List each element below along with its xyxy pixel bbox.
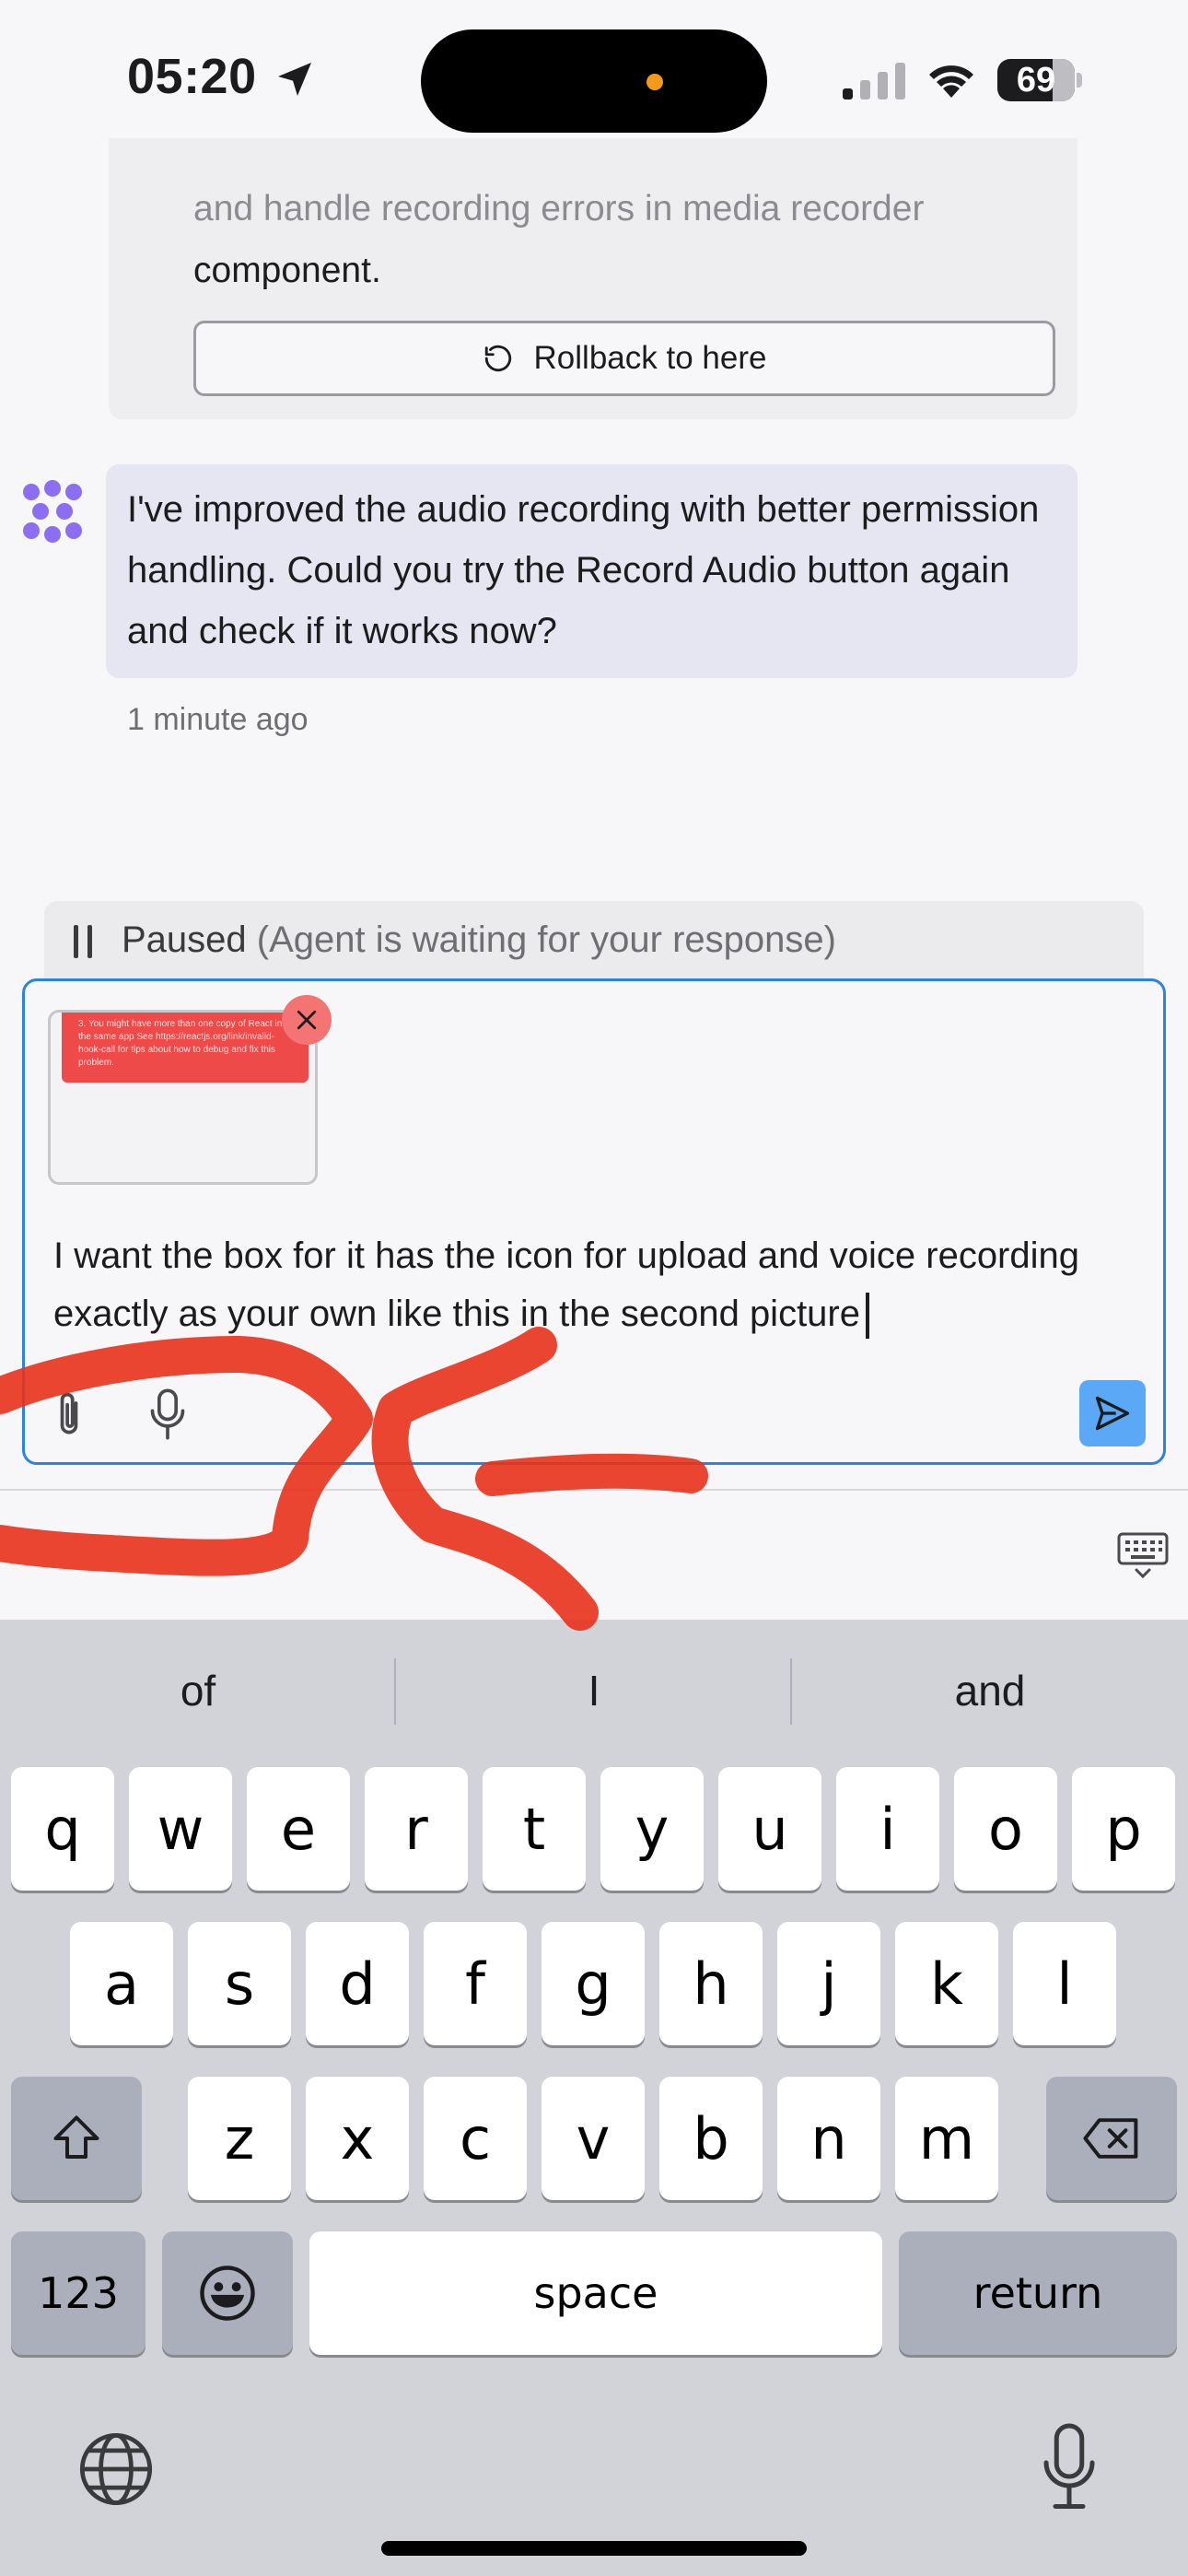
emoji-icon: [200, 2266, 255, 2321]
message-input[interactable]: I want the box for it has the icon for u…: [53, 1227, 1103, 1343]
key-h[interactable]: h: [659, 1922, 763, 2045]
key-f[interactable]: f: [424, 1922, 527, 2045]
key-m[interactable]: m: [895, 2077, 998, 2200]
backspace-icon: [1083, 2118, 1138, 2159]
message-input-text: I want the box for it has the icon for u…: [53, 1235, 1080, 1334]
paperclip-icon[interactable]: [48, 1389, 90, 1441]
key-t[interactable]: t: [483, 1767, 586, 1891]
key-l[interactable]: l: [1013, 1922, 1116, 2045]
paused-title: Paused: [122, 919, 247, 960]
key-r[interactable]: r: [365, 1767, 468, 1891]
pause-icon: [74, 925, 92, 958]
microphone-icon[interactable]: [147, 1387, 188, 1442]
previous-message-text-faded: and handle recording errors in media rec…: [193, 189, 925, 228]
key-e[interactable]: e: [247, 1767, 350, 1891]
delete-key[interactable]: [1046, 2077, 1177, 2200]
remove-attachment-button[interactable]: [282, 995, 332, 1045]
divider: [0, 1489, 1188, 1491]
rollback-label: Rollback to here: [533, 340, 767, 376]
message-timestamp: 1 minute ago: [127, 702, 309, 737]
location-arrow-icon: [278, 63, 311, 96]
key-d[interactable]: d: [306, 1922, 409, 2045]
key-a[interactable]: a: [70, 1922, 173, 2045]
battery-icon: 69: [997, 59, 1082, 101]
privacy-indicator-dot: [646, 74, 663, 90]
close-icon: [297, 1010, 317, 1030]
send-button[interactable]: [1079, 1380, 1146, 1446]
shift-key[interactable]: [11, 2077, 142, 2200]
key-o[interactable]: o: [954, 1767, 1057, 1891]
key-v[interactable]: v: [542, 2077, 645, 2200]
key-w[interactable]: w: [129, 1767, 232, 1891]
key-y[interactable]: y: [600, 1767, 704, 1891]
keyboard-icon[interactable]: [1116, 1531, 1170, 1579]
suggestion-1[interactable]: of: [0, 1658, 396, 1723]
key-c[interactable]: c: [424, 2077, 527, 2200]
agent-message-text: I've improved the audio recording with b…: [127, 489, 1040, 651]
key-z[interactable]: z: [188, 2077, 291, 2200]
home-indicator: [381, 2541, 807, 2556]
key-i[interactable]: i: [836, 1767, 939, 1891]
rotate-ccw-icon: [484, 345, 511, 372]
suggestion-2[interactable]: I: [396, 1658, 792, 1723]
text-caret: [866, 1293, 869, 1340]
key-k[interactable]: k: [895, 1922, 998, 2045]
battery-level: 69: [1016, 61, 1056, 100]
status-bar: 05:20 69: [0, 0, 1188, 157]
attachment-thumbnail[interactable]: 3. You might have more than one copy of …: [48, 1010, 318, 1185]
status-time: 05:20: [127, 49, 257, 104]
return-key[interactable]: return: [899, 2231, 1177, 2355]
rollback-button[interactable]: Rollback to here: [193, 321, 1055, 396]
previous-message-text: component.: [193, 251, 381, 290]
key-p[interactable]: p: [1072, 1767, 1175, 1891]
shift-icon: [53, 2115, 99, 2159]
paused-note: (Agent is waiting for your response): [256, 919, 836, 960]
dictation-microphone-icon[interactable]: [1041, 2421, 1098, 2513]
key-g[interactable]: g: [542, 1922, 645, 2045]
key-q[interactable]: q: [11, 1767, 114, 1891]
wifi-icon: [929, 65, 973, 98]
key-b[interactable]: b: [659, 2077, 763, 2200]
emoji-key[interactable]: [162, 2231, 293, 2355]
dynamic-island: [421, 29, 767, 133]
cellular-signal-icon: [843, 63, 905, 100]
paused-label: Paused (Agent is waiting for your respon…: [122, 919, 836, 961]
key-s[interactable]: s: [188, 1922, 291, 2045]
space-key[interactable]: space: [309, 2231, 882, 2355]
key-x[interactable]: x: [306, 2077, 409, 2200]
key-u[interactable]: u: [718, 1767, 821, 1891]
key-j[interactable]: j: [777, 1922, 880, 2045]
agent-logo-icon: [23, 480, 82, 543]
attachment-preview-text: 3. You might have more than one copy of …: [62, 1013, 309, 1083]
globe-icon[interactable]: [76, 2429, 157, 2510]
send-icon: [1095, 1396, 1130, 1431]
numbers-key[interactable]: 123: [11, 2231, 146, 2355]
suggestion-3[interactable]: and: [792, 1658, 1188, 1723]
key-n[interactable]: n: [777, 2077, 880, 2200]
